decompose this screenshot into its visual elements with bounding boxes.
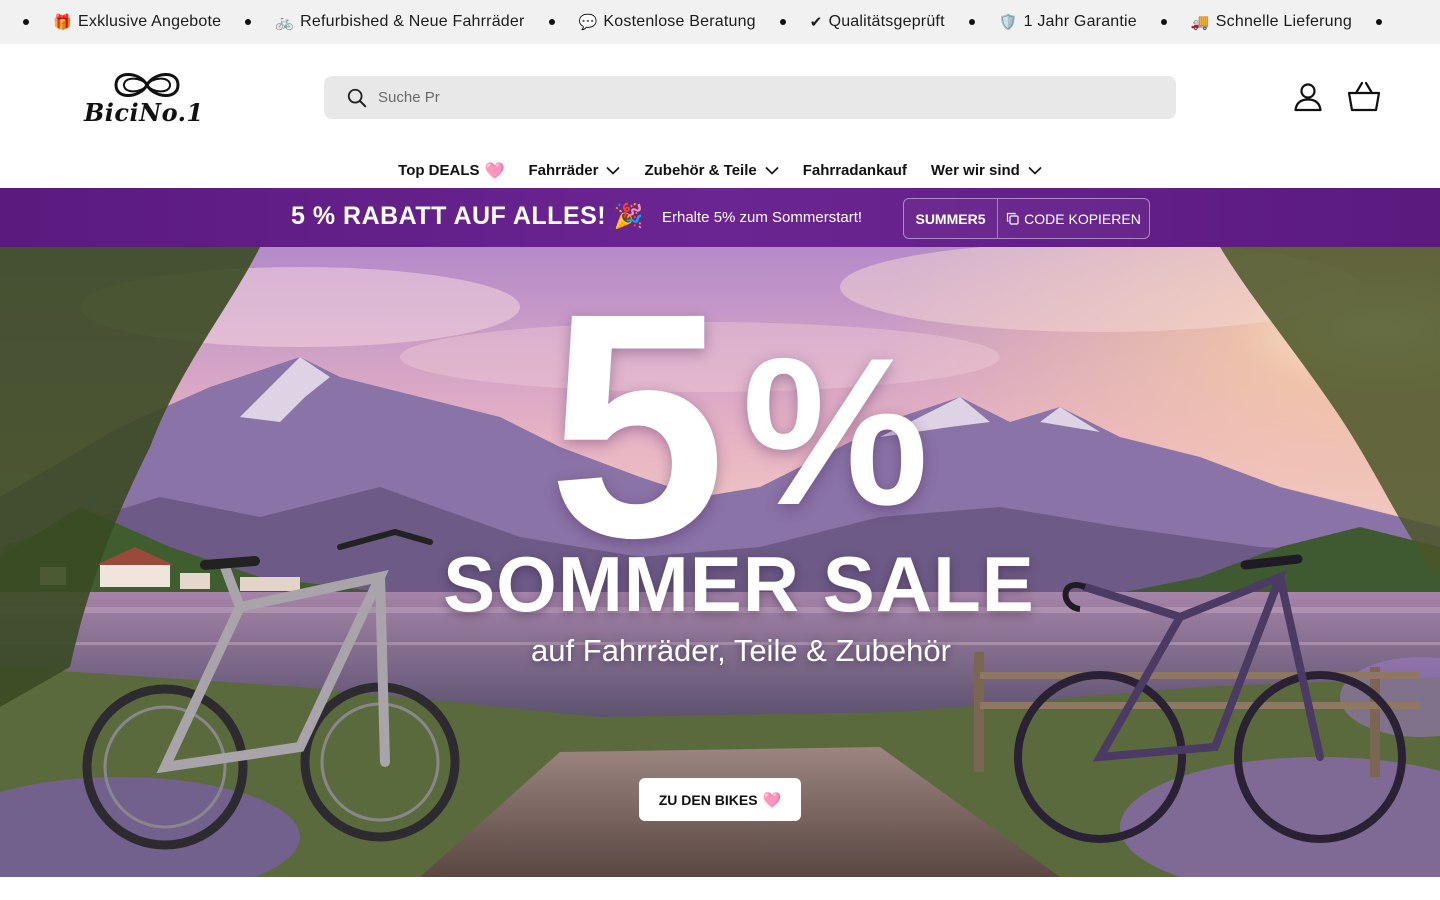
cart-button[interactable] (1346, 79, 1382, 115)
hero-banner[interactable]: 5 % SOMMER SALE auf Fahrräder, Teile & Z… (0, 247, 1440, 877)
chevron-down-icon (1028, 166, 1042, 175)
ticker-item: ✔ Qualitätsgeprüft (810, 13, 945, 31)
ticker-emoji-icon: 🚲 (275, 13, 295, 31)
ticker-separator-dot (1375, 19, 1382, 25)
ticker-separator-dot (23, 19, 30, 25)
nav-item-label: Fahrradankauf (802, 161, 907, 179)
site-header: BiciNo.1 (0, 44, 1440, 152)
user-icon (1294, 83, 1322, 112)
ticker-item-text: Schnelle Lieferung (1215, 13, 1352, 30)
ticker-separator-dot (779, 19, 786, 25)
nav-item-label: Wer wir sind (930, 161, 1020, 179)
ticker-item: 💬 Kostenlose Beratung (579, 13, 756, 31)
ticker-item: 🚚 Schnelle Lieferung (1191, 13, 1352, 31)
announcement-ticker: g🎁Exklusive Angebote🚲Refurbished & Neue … (0, 0, 1440, 44)
hero-big-number: 5 (548, 247, 726, 604)
nav-item-fahrraeder[interactable]: Fahrräder (528, 161, 621, 179)
ticker-emoji-icon: ✔ (809, 13, 823, 31)
nav-item-wer-wir-sind[interactable]: Wer wir sind (931, 162, 1042, 179)
nav-item-label: Top DEALS (398, 161, 480, 179)
nav-item-zubehoer-teile[interactable]: Zubehör & Teile (644, 161, 779, 179)
ticker-separator-dot (548, 19, 555, 25)
promo-code-box: SUMMER5 CODE KOPIEREN (903, 198, 1150, 239)
nav-item-fahrradankauf[interactable]: Fahrradankauf (803, 162, 907, 179)
ticker-emoji-icon: 🛡️ (998, 13, 1018, 31)
main-nav: Top DEALS 🩷 Fahrräder Zubehör & Teile Fa… (0, 152, 1440, 188)
ticker-separator-dot (1160, 19, 1167, 25)
heart-icon: 🩷 (762, 790, 782, 809)
ticker-track: g🎁Exklusive Angebote🚲Refurbished & Neue … (0, 0, 1406, 44)
promo-code: SUMMER5 (904, 199, 998, 238)
ticker-item: 🛡️ 1 Jahr Garantie (999, 13, 1137, 31)
ticker-separator-dot (968, 19, 975, 25)
ticker-item-text: Qualitätsgeprüft (828, 13, 945, 30)
nav-item-top-deals[interactable]: Top DEALS 🩷 (398, 161, 504, 180)
account-button[interactable] (1290, 79, 1326, 115)
hero-percent-sign: % (742, 314, 929, 549)
ticker-separator-dot (245, 19, 252, 25)
copy-code-button[interactable]: CODE KOPIEREN (998, 199, 1149, 238)
chevron-down-icon (765, 166, 779, 175)
ticker-item-text: Kostenlose Beratung (603, 13, 756, 30)
search-icon[interactable] (346, 87, 368, 109)
promo-headline: 5 % RABATT AUF ALLES! 🎉 (291, 202, 644, 231)
copy-icon (1007, 212, 1019, 225)
ticker-item-text: Exklusive Angebote (78, 13, 222, 30)
shop-bikes-button[interactable]: ZU DEN BIKES 🩷 (639, 778, 801, 821)
ticker-item: 🚲 Refurbished & Neue Fahrräder (275, 13, 524, 31)
cta-label: ZU DEN BIKES (658, 791, 758, 808)
ticker-item-text: Refurbished & Neue Fahrräder (300, 13, 525, 30)
ticker-item-text: 1 Jahr Garantie (1023, 13, 1137, 30)
copy-code-label: CODE KOPIEREN (1024, 210, 1141, 227)
ticker-emoji-icon: 🚚 (1190, 13, 1210, 31)
nav-item-label: Fahrräder (528, 161, 599, 179)
promo-banner: 5 % RABATT AUF ALLES! 🎉 Erhalte 5% zum S… (0, 188, 1440, 247)
hero-title: SOMMER SALE (443, 540, 1035, 628)
promo-headline-text: 5 % RABATT AUF ALLES! (291, 202, 607, 230)
infinity-logo-icon (114, 73, 180, 97)
logo-text: BiciNo.1 (84, 98, 204, 127)
search-input[interactable] (378, 89, 1176, 106)
ticker-emoji-icon: 🎁 (53, 13, 72, 31)
heart-icon: 🩷 (484, 160, 505, 180)
search-bar[interactable] (324, 76, 1176, 119)
chevron-down-icon (606, 166, 621, 175)
logo[interactable]: BiciNo.1 (82, 66, 204, 130)
ticker-item: 🎁 Exklusive Angebote (53, 13, 221, 31)
basket-icon (1347, 81, 1381, 112)
ticker-emoji-icon: 💬 (578, 13, 598, 31)
hero-subtitle: auf Fahrräder, Teile & Zubehör (531, 633, 951, 668)
nav-item-label: Zubehör & Teile (644, 161, 757, 179)
party-popper-icon: 🎉 (613, 202, 644, 230)
promo-subtext: Erhalte 5% zum Sommerstart! (662, 209, 863, 226)
